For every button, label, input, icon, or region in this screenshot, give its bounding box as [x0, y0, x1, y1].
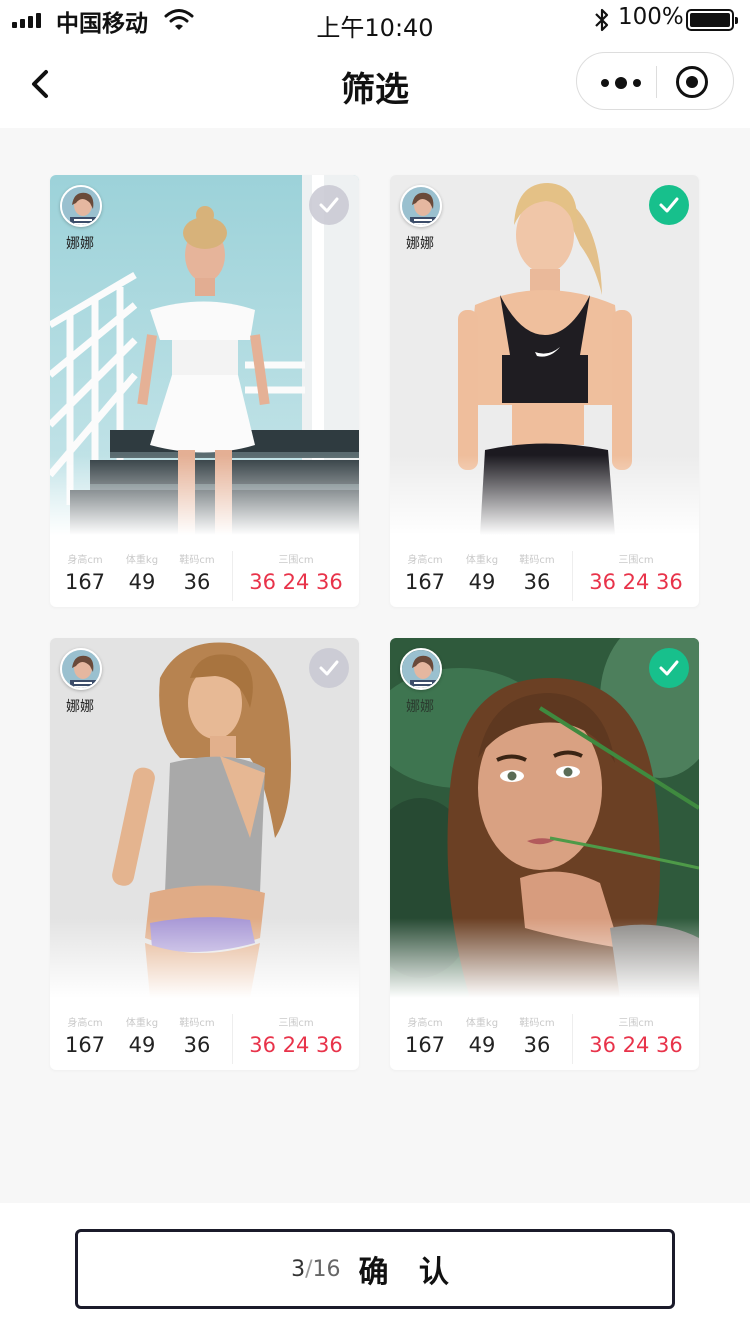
select-toggle[interactable]: [649, 648, 689, 688]
stat-height: 身高cm 167: [404, 555, 446, 594]
stat-weight: 体重kg 49: [465, 1018, 499, 1057]
model-stats: 身高cm 167 体重kg 49 鞋码cm 36 三围cm 36 24 36: [390, 545, 699, 607]
model-name: 娜娜: [66, 699, 94, 715]
stat-weight: 体重kg 49: [125, 555, 159, 594]
stat-height: 身高cm 167: [64, 1018, 106, 1057]
stat-shoe: 鞋码cm 36: [179, 555, 215, 594]
stat-weight: 体重kg 49: [125, 1018, 159, 1057]
miniprogram-capsule: [576, 52, 734, 110]
stat-measurements: 三围cm 36 24 36: [589, 555, 683, 594]
model-name: 娜娜: [66, 236, 94, 252]
select-toggle[interactable]: [309, 185, 349, 225]
model-photo: [50, 175, 359, 535]
avatar: [400, 648, 442, 690]
stat-measurements: 三围cm 36 24 36: [249, 1018, 343, 1057]
check-icon: [659, 660, 679, 676]
more-dots-icon[interactable]: [601, 77, 641, 89]
stat-measurements: 三围cm 36 24 36: [589, 1018, 683, 1057]
bottom-bar: 3/16 确 认: [0, 1203, 750, 1334]
confirm-button[interactable]: 3/16 确 认: [75, 1229, 675, 1309]
stat-shoe: 鞋码cm 36: [519, 1018, 555, 1057]
model-name: 娜娜: [406, 236, 434, 252]
check-icon: [659, 197, 679, 213]
model-photo: [390, 638, 699, 998]
check-icon: [319, 197, 339, 213]
capsule-divider: [656, 66, 657, 98]
stat-height: 身高cm 167: [404, 1018, 446, 1057]
stats-divider: [572, 551, 573, 601]
model-photo: [390, 175, 699, 535]
avatar: [400, 185, 442, 227]
stats-divider: [572, 1014, 573, 1064]
status-bar: 中国移动 上午10:40 100%: [0, 0, 750, 42]
target-icon[interactable]: [676, 66, 708, 98]
stat-shoe: 鞋码cm 36: [179, 1018, 215, 1057]
model-card[interactable]: 娜娜 身高cm 167 体重kg 49 鞋码cm 36 三围cm 36 24 36: [50, 638, 359, 1070]
model-stats: 身高cm 167 体重kg 49 鞋码cm 36 三围cm 36 24 36: [50, 545, 359, 607]
stat-height: 身高cm 167: [64, 555, 106, 594]
battery-icon: [686, 9, 738, 31]
avatar: [60, 185, 102, 227]
model-stats: 身高cm 167 体重kg 49 鞋码cm 36 三围cm 36 24 36: [50, 1008, 359, 1070]
nav-bar: 筛选: [0, 42, 750, 128]
model-card[interactable]: 娜娜 身高cm 167 体重kg 49 鞋码cm 36 三围cm 36 24 36: [390, 638, 699, 1070]
stats-divider: [232, 551, 233, 601]
select-toggle[interactable]: [649, 185, 689, 225]
select-toggle[interactable]: [309, 648, 349, 688]
avatar: [60, 648, 102, 690]
stat-weight: 体重kg 49: [465, 555, 499, 594]
model-stats: 身高cm 167 体重kg 49 鞋码cm 36 三围cm 36 24 36: [390, 1008, 699, 1070]
selection-count: 3/16: [291, 1256, 341, 1282]
model-card[interactable]: 娜娜 身高cm 167 体重kg 49 鞋码cm 36 三围cm 36 24 36: [50, 175, 359, 607]
model-photo: [50, 638, 359, 998]
check-icon: [319, 660, 339, 676]
bluetooth-icon: [595, 8, 609, 32]
confirm-label: 确 认: [358, 1255, 459, 1290]
battery-percent: 100%: [618, 4, 684, 30]
stats-divider: [232, 1014, 233, 1064]
model-card[interactable]: 娜娜 身高cm 167 体重kg 49 鞋码cm 36 三围cm 36 24 36: [390, 175, 699, 607]
stat-measurements: 三围cm 36 24 36: [249, 555, 343, 594]
model-name: 娜娜: [406, 699, 434, 715]
stat-shoe: 鞋码cm 36: [519, 555, 555, 594]
